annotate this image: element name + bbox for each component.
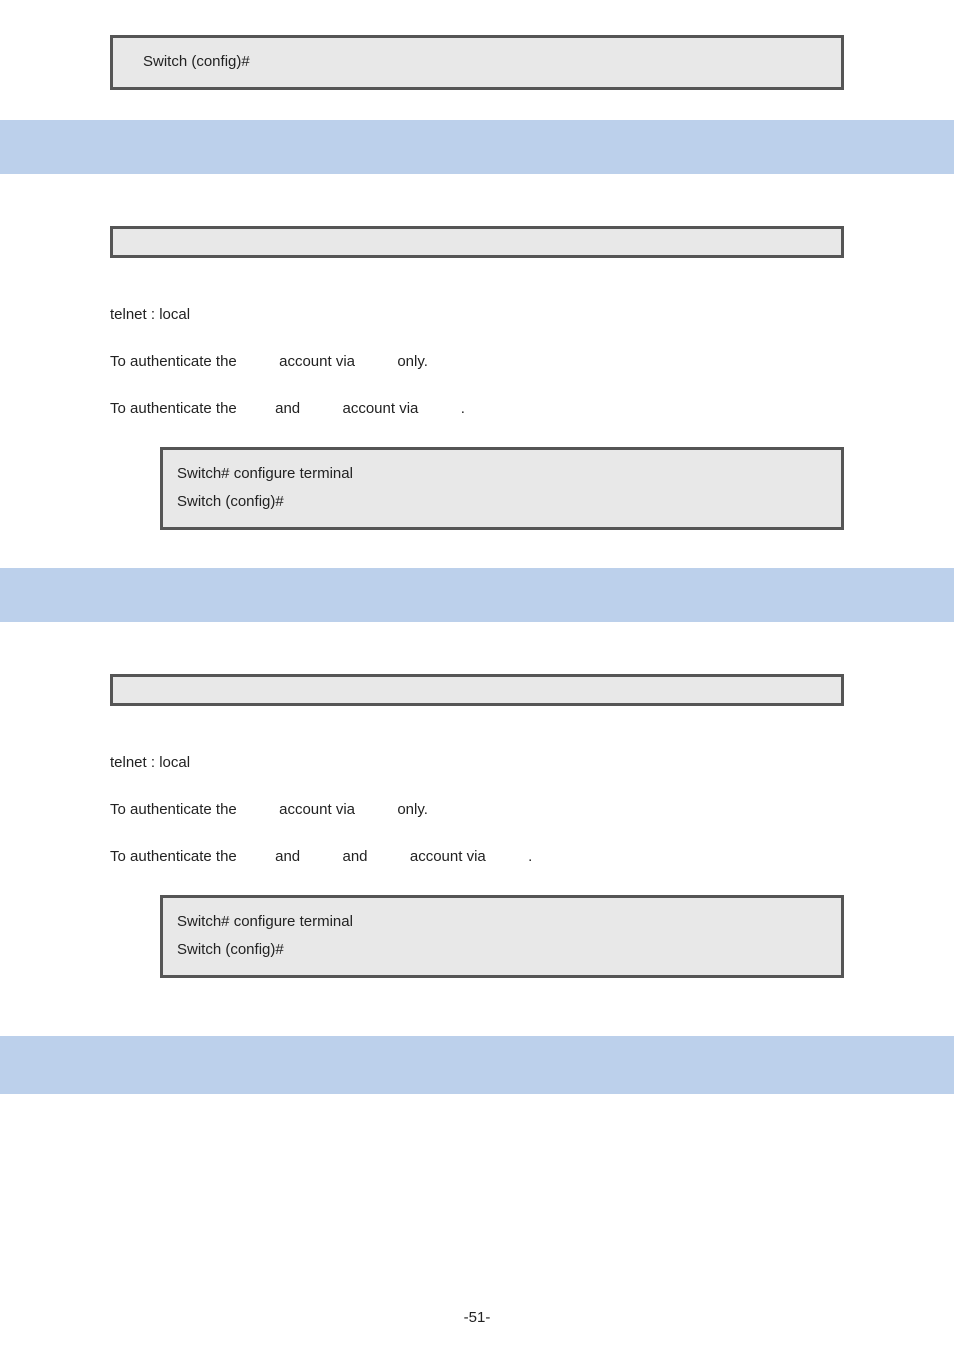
syntax-box-1 [110,226,844,258]
text-fragment: To authenticate the [110,848,237,865]
text-fragment: To authenticate the [110,801,237,818]
section-heading-bar-2 [0,568,954,622]
auth-line-1a: To authenticate the account via only. [110,353,844,370]
auth-line-2a: To authenticate the account via only. [110,801,844,818]
default-line-2: telnet : local [110,754,844,771]
text-fragment: To authenticate the [110,400,237,417]
example-box-2: Switch# configure terminal Switch (confi… [160,895,844,978]
code-line: Switch (config)# [177,936,827,965]
text-fragment: account via [279,801,355,818]
code-line: Switch# configure terminal [177,908,827,937]
auth-line-1b: To authenticate the and account via . [110,400,844,417]
top-code-box: Switch (config)# [110,35,844,90]
text-fragment: only. [397,353,428,370]
text-fragment: . [528,848,532,865]
text-fragment: and [275,848,300,865]
syntax-box-2 [110,674,844,706]
page-number: -51- [0,1309,954,1326]
auth-line-2b: To authenticate the and and account via … [110,848,844,865]
default-line-1: telnet : local [110,306,844,323]
text-fragment: and [342,848,367,865]
section-heading-bar-1 [0,120,954,174]
text-fragment: account via [279,353,355,370]
section-heading-bar-3 [0,1036,954,1094]
example-box-1: Switch# configure terminal Switch (confi… [160,447,844,530]
text-fragment: account via [342,400,418,417]
text-fragment: only. [397,801,428,818]
code-line: Switch (config)# [143,48,811,77]
text-fragment: account via [410,848,486,865]
code-line: Switch# configure terminal [177,460,827,489]
text-fragment: To authenticate the [110,353,237,370]
code-line: Switch (config)# [177,488,827,517]
text-fragment: . [461,400,465,417]
text-fragment: and [275,400,300,417]
